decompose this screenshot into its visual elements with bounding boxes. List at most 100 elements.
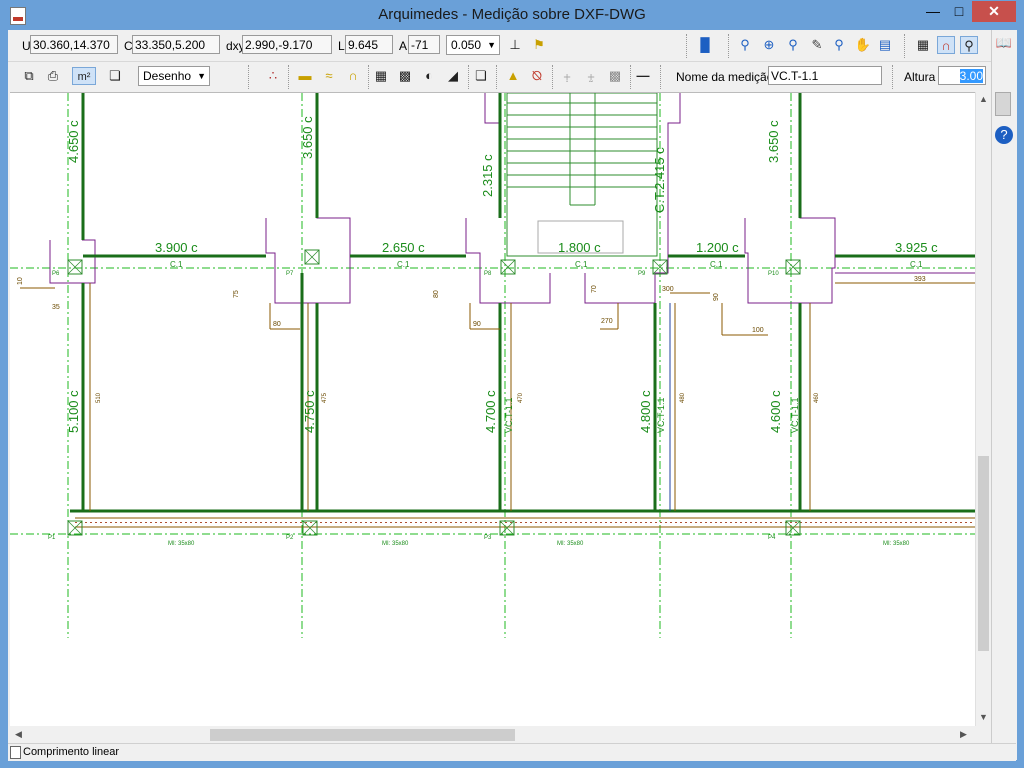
toolbar-separator	[892, 65, 895, 89]
dxy-field[interactable]: 2.990,-9.170	[242, 35, 332, 54]
c-coordinate-field[interactable]: 33.350,5.200	[132, 35, 220, 54]
drawing-canvas[interactable]: 3.900 c 2.650 c 1.800 c 1.200 c 3.925 c …	[10, 92, 975, 727]
l-label: L	[338, 39, 345, 53]
horizontal-scrollbar[interactable]: ◀ ▶	[10, 726, 975, 743]
copy-icon[interactable]: ⧉	[20, 67, 38, 85]
small-dim: 270	[601, 318, 613, 325]
client-area: U 30.360,14.370 C 33.350,5.200 dxy 2.990…	[8, 30, 1017, 761]
length-field[interactable]: 9.645	[345, 35, 393, 54]
print-icon[interactable]: ⎙	[44, 67, 62, 85]
hatch-circle-icon[interactable]: ◐	[420, 67, 438, 85]
maximize-button[interactable]: □	[946, 1, 972, 22]
small-dim: 300	[662, 286, 674, 293]
dim-text: 4.750 c	[302, 390, 317, 433]
small-dim: 393	[914, 276, 926, 283]
edit-points-icon: ▩	[608, 68, 622, 83]
dxf-drawing[interactable]: 3.900 c 2.650 c 1.800 c 1.200 c 3.925 c …	[10, 93, 975, 727]
hatch-sector-icon[interactable]: ◢	[444, 67, 462, 85]
horizontal-scroll-thumb[interactable]	[210, 729, 515, 741]
dim-text: 3.650 c	[300, 116, 315, 159]
zoom-page-icon[interactable]: ⚲	[960, 36, 978, 54]
erase-icon[interactable]: ⦰	[528, 67, 546, 85]
measurement-toolbar: ⧉ ⎙ m² ❏ Desenho ▼ ∴ ▬ ≈ ∩ ▦ ▩ ◐ ◢ ❏ ▲ ⦰ …	[8, 61, 1016, 91]
area-m2-button[interactable]: m²	[72, 67, 96, 85]
count-icon[interactable]: ▲	[504, 67, 522, 85]
dim-text: 4.800 c	[638, 390, 653, 433]
zoom-in-icon[interactable]: ⚲	[784, 36, 802, 54]
precision-select[interactable]: 0.050 ▼	[446, 35, 500, 55]
toolbar-separator	[288, 65, 291, 89]
zoom-window-icon[interactable]: ⚲	[736, 36, 754, 54]
vertical-scroll-thumb[interactable]	[978, 456, 989, 651]
status-text: Comprimento linear	[23, 746, 119, 758]
hatch-area-icon[interactable]: ▦	[372, 67, 390, 85]
pen-icon[interactable]: ✎	[808, 36, 826, 54]
inner-dim: 475	[322, 392, 328, 403]
book-icon[interactable]: 📖	[995, 34, 1013, 52]
dim-text: 2.650 c	[382, 240, 425, 255]
window-title: Arquimedes - Medição sobre DXF-DWG	[378, 6, 646, 23]
help-icon[interactable]: ?	[995, 126, 1013, 144]
wall-label: MI: 35x80	[557, 541, 584, 547]
arc-measure-icon[interactable]: ∩	[344, 67, 362, 85]
pillar-label: P7	[286, 271, 294, 277]
dim-text: 4.650 c	[66, 120, 81, 163]
small-dim: 10	[17, 277, 24, 285]
toolbar-separator	[248, 65, 251, 89]
small-dim: 90	[713, 293, 720, 301]
chevron-down-icon: ▼	[197, 71, 206, 81]
layer-select[interactable]: Desenho ▼	[138, 66, 210, 86]
angle-field[interactable]: -71	[408, 35, 440, 54]
measure-name-field[interactable]: VC.T-1.1	[768, 66, 882, 85]
3d-box-icon[interactable]: ❏	[106, 67, 124, 85]
toolbar-separator	[368, 65, 371, 89]
height-field[interactable]: 3.00	[938, 66, 986, 85]
layers-icon[interactable]: ▤	[876, 36, 894, 54]
scroll-down-icon[interactable]: ▼	[979, 712, 988, 722]
hatch-poly-icon[interactable]: ▩	[396, 67, 414, 85]
volume-icon[interactable]: ❏	[472, 67, 490, 85]
layer-select-value: Desenho	[143, 69, 192, 83]
polyline-measure-icon[interactable]: ≈	[320, 67, 338, 85]
dim-text: 5.100 c	[66, 390, 81, 433]
magnet-icon[interactable]: ∩	[937, 36, 955, 54]
snap-icon[interactable]: ▦	[914, 36, 932, 54]
flag-icon[interactable]: ⚑	[530, 36, 548, 54]
bar-chart-icon[interactable]: █	[696, 36, 714, 54]
close-button[interactable]: ✕	[972, 1, 1016, 22]
dim-text: 3.900 c	[155, 240, 198, 255]
beam-label: C.1	[910, 260, 923, 269]
zoom-extents-icon[interactable]: ⊕	[760, 36, 778, 54]
toolbar-separator	[552, 65, 555, 89]
line-icon[interactable]: —	[634, 67, 652, 85]
vertical-scrollbar[interactable]: ▲ ▼	[975, 92, 991, 726]
dim-text: 3.925 c	[895, 240, 938, 255]
inner-dim: 480	[680, 392, 686, 403]
title-bar: Arquimedes - Medição sobre DXF-DWG — □ ✕	[0, 0, 1024, 30]
dim-text: 4.700 c	[483, 390, 498, 433]
wall-label: MI: 35x80	[168, 541, 195, 547]
beam-label: C.1	[575, 260, 588, 269]
zoom-out-icon[interactable]: ⚲	[830, 36, 848, 54]
toolbar-separator	[660, 65, 663, 89]
toolbar-separator	[904, 34, 907, 58]
pillar-label: P6	[52, 271, 60, 277]
u-coordinate-field[interactable]: 30.360,14.370	[30, 35, 118, 54]
panel-icon[interactable]	[995, 92, 1011, 116]
points-icon[interactable]: ∴	[264, 67, 282, 85]
linear-measure-icon[interactable]: ▬	[296, 67, 314, 85]
beam-label: C.1	[170, 260, 183, 269]
perpendicular-icon[interactable]: ⊥	[506, 36, 524, 54]
scroll-left-icon[interactable]: ◀	[15, 729, 22, 740]
status-bar: Comprimento linear	[8, 743, 1016, 761]
pillar-label: P8	[484, 271, 492, 277]
vc-label: VC.T-1.1	[790, 397, 800, 433]
minimize-button[interactable]: —	[920, 1, 946, 22]
pan-hand-icon[interactable]: ✋	[854, 36, 872, 54]
scroll-up-icon[interactable]: ▲	[979, 94, 988, 104]
a-label: A	[399, 39, 408, 53]
measure-name-label: Nome da medição	[676, 70, 774, 84]
pillar-label: P3	[484, 535, 492, 541]
scroll-right-icon[interactable]: ▶	[960, 729, 967, 740]
dim-text: C.T.2.415 c	[652, 147, 667, 213]
